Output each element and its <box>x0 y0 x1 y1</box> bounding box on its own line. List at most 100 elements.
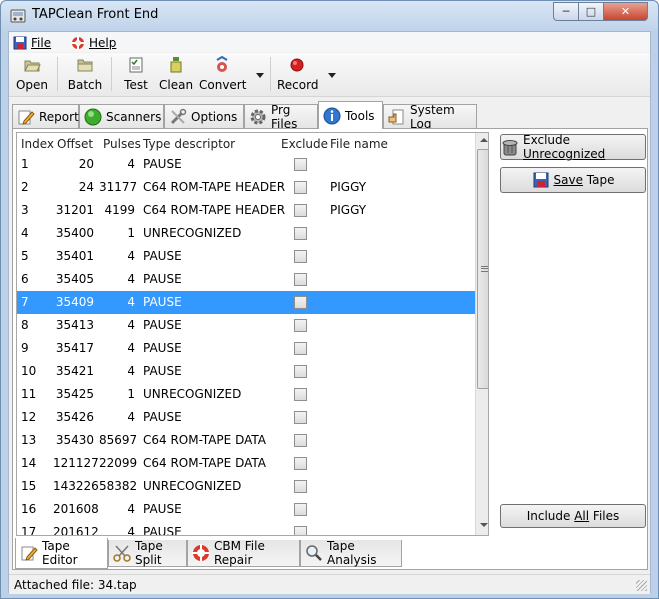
minimize-button[interactable]: ─ <box>553 2 579 21</box>
table-row[interactable]: 10 35421 4 PAUSE <box>17 360 475 383</box>
table-row[interactable]: 8 35413 4 PAUSE <box>17 314 475 337</box>
scrollbar-grip-icon <box>481 266 488 272</box>
cell-offset: 24 <box>78 180 94 194</box>
open-button[interactable]: Open <box>15 56 49 96</box>
tab-tape-split[interactable]: Tape Split <box>108 539 187 567</box>
tab-tape-analysis[interactable]: Tape Analysis <box>300 539 402 567</box>
scroll-up-arrow[interactable] <box>480 138 488 142</box>
cell-offset: 35430 <box>55 433 94 447</box>
trash-can-icon <box>502 140 518 156</box>
exclude-checkbox[interactable] <box>294 526 307 535</box>
convert-button[interactable]: Convert <box>199 56 246 96</box>
tab-tape-editor[interactable]: Tape Editor <box>15 538 108 569</box>
include-all-files-button[interactable]: Include All Files <box>500 504 646 528</box>
table-row[interactable]: 6 35405 4 PAUSE <box>17 268 475 291</box>
table-row[interactable]: 14 121127 22099 C64 ROM-TAPE DATA <box>17 452 475 475</box>
table-row[interactable]: 4 35400 1 UNRECOGNIZED <box>17 222 475 245</box>
tab-report-label: Report <box>39 110 79 124</box>
maximize-button[interactable]: □ <box>578 2 604 21</box>
cell-type: PAUSE <box>143 341 182 355</box>
exclude-unrecognized-button[interactable]: Exclude Unrecognized <box>500 133 646 161</box>
info-icon <box>323 107 341 124</box>
cell-index: 5 <box>21 249 29 263</box>
table-row[interactable]: 2 24 31177 C64 ROM-TAPE HEADER PIGGY <box>17 176 475 199</box>
table-row[interactable]: 17 201612 4 PAUSE <box>17 521 475 536</box>
include-all-files-label: Include All Files <box>526 509 620 523</box>
table-header: Index Offset Pulses Type descriptor Excl… <box>17 133 475 153</box>
convert-dropdown-arrow[interactable] <box>256 73 264 78</box>
scrollbar-thumb[interactable] <box>477 149 488 389</box>
cell-index: 17 <box>21 525 37 536</box>
exclude-checkbox[interactable] <box>294 365 307 378</box>
tab-options[interactable]: Options <box>164 104 244 129</box>
table-row[interactable]: 13 35430 85697 C64 ROM-TAPE DATA <box>17 429 475 452</box>
title-bar[interactable]: TAPClean Front End ─ □ ✕ <box>1 1 658 31</box>
clean-button[interactable]: Clean <box>159 56 193 96</box>
toolbar: Open Batch Test Clean Convert Record <box>9 53 650 97</box>
tab-cbm-file-repair[interactable]: CBM File Repair <box>187 539 300 567</box>
save-tape-button[interactable]: Save Tape <box>500 167 646 193</box>
column-header-file-name[interactable]: File name <box>330 137 388 151</box>
cell-offset: 121127 <box>53 456 99 470</box>
clean-label: Clean <box>159 78 194 92</box>
tools-panel: Index Offset Pulses Type descriptor Excl… <box>12 128 648 570</box>
table-row[interactable]: 11 35425 1 UNRECOGNIZED <box>17 383 475 406</box>
folder-open-icon <box>24 60 41 72</box>
exclude-checkbox[interactable] <box>294 503 307 516</box>
table-row[interactable]: 15 143226 58382 UNRECOGNIZED <box>17 475 475 498</box>
exclude-checkbox[interactable] <box>294 250 307 263</box>
scroll-down-arrow[interactable] <box>480 523 488 527</box>
exclude-checkbox[interactable] <box>294 158 307 171</box>
exclude-checkbox[interactable] <box>294 181 307 194</box>
batch-button[interactable]: Batch <box>67 56 103 96</box>
cell-offset: 35426 <box>55 410 94 424</box>
open-label: Open <box>15 78 49 92</box>
cell-offset: 35417 <box>55 341 94 355</box>
cell-index: 16 <box>21 502 37 516</box>
column-header-pulses[interactable]: Pulses <box>103 137 141 151</box>
exclude-checkbox[interactable] <box>294 434 307 447</box>
exclude-checkbox[interactable] <box>294 342 307 355</box>
column-header-offset[interactable]: Offset <box>57 137 93 151</box>
cell-pulses: 4 <box>127 295 135 309</box>
table-row[interactable]: 7 35409 4 PAUSE <box>17 291 475 314</box>
record-dropdown-arrow[interactable] <box>328 73 336 78</box>
tab-system-log[interactable]: System Log <box>383 103 477 131</box>
close-button[interactable]: ✕ <box>603 2 648 21</box>
tab-prg-files[interactable]: Prg Files <box>244 103 318 131</box>
table-row[interactable]: 9 35417 4 PAUSE <box>17 337 475 360</box>
cell-index: 1 <box>21 157 29 171</box>
column-header-type[interactable]: Type descriptor <box>143 137 235 151</box>
exclude-checkbox[interactable] <box>294 227 307 240</box>
exclude-checkbox[interactable] <box>294 273 307 286</box>
menu-file[interactable]: File <box>13 35 51 51</box>
exclude-checkbox[interactable] <box>294 411 307 424</box>
column-header-index[interactable]: Index <box>21 137 54 151</box>
table-row[interactable]: 12 35426 4 PAUSE <box>17 406 475 429</box>
exclude-checkbox[interactable] <box>294 457 307 470</box>
table-row[interactable]: 5 35401 4 PAUSE <box>17 245 475 268</box>
table-row[interactable]: 16 201608 4 PAUSE <box>17 498 475 521</box>
pencil-icon <box>21 546 38 561</box>
exclude-unrecognized-label: Exclude Unrecognized <box>523 133 606 161</box>
test-button[interactable]: Test <box>121 56 151 96</box>
record-button[interactable]: Record <box>277 56 318 96</box>
cell-offset: 201608 <box>53 502 99 516</box>
exclude-checkbox[interactable] <box>294 388 307 401</box>
table-row[interactable]: 3 31201 4199 C64 ROM-TAPE HEADER PIGGY <box>17 199 475 222</box>
table-scrollbar[interactable] <box>475 133 488 535</box>
cell-offset: 35413 <box>55 318 94 332</box>
exclude-checkbox[interactable] <box>294 319 307 332</box>
cell-index: 11 <box>21 387 37 401</box>
exclude-checkbox[interactable] <box>294 296 307 309</box>
column-header-exclude[interactable]: Exclude <box>281 137 328 151</box>
cell-type: PAUSE <box>143 157 182 171</box>
table-row[interactable]: 1 20 4 PAUSE <box>17 153 475 176</box>
resize-grip-icon[interactable] <box>636 580 647 591</box>
tab-scanners[interactable]: Scanners <box>79 104 164 129</box>
exclude-checkbox[interactable] <box>294 204 307 217</box>
exclude-checkbox[interactable] <box>294 480 307 493</box>
menu-help[interactable]: Help <box>71 35 116 51</box>
tab-tools[interactable]: Tools <box>318 101 383 129</box>
tab-report[interactable]: Report <box>12 104 79 129</box>
